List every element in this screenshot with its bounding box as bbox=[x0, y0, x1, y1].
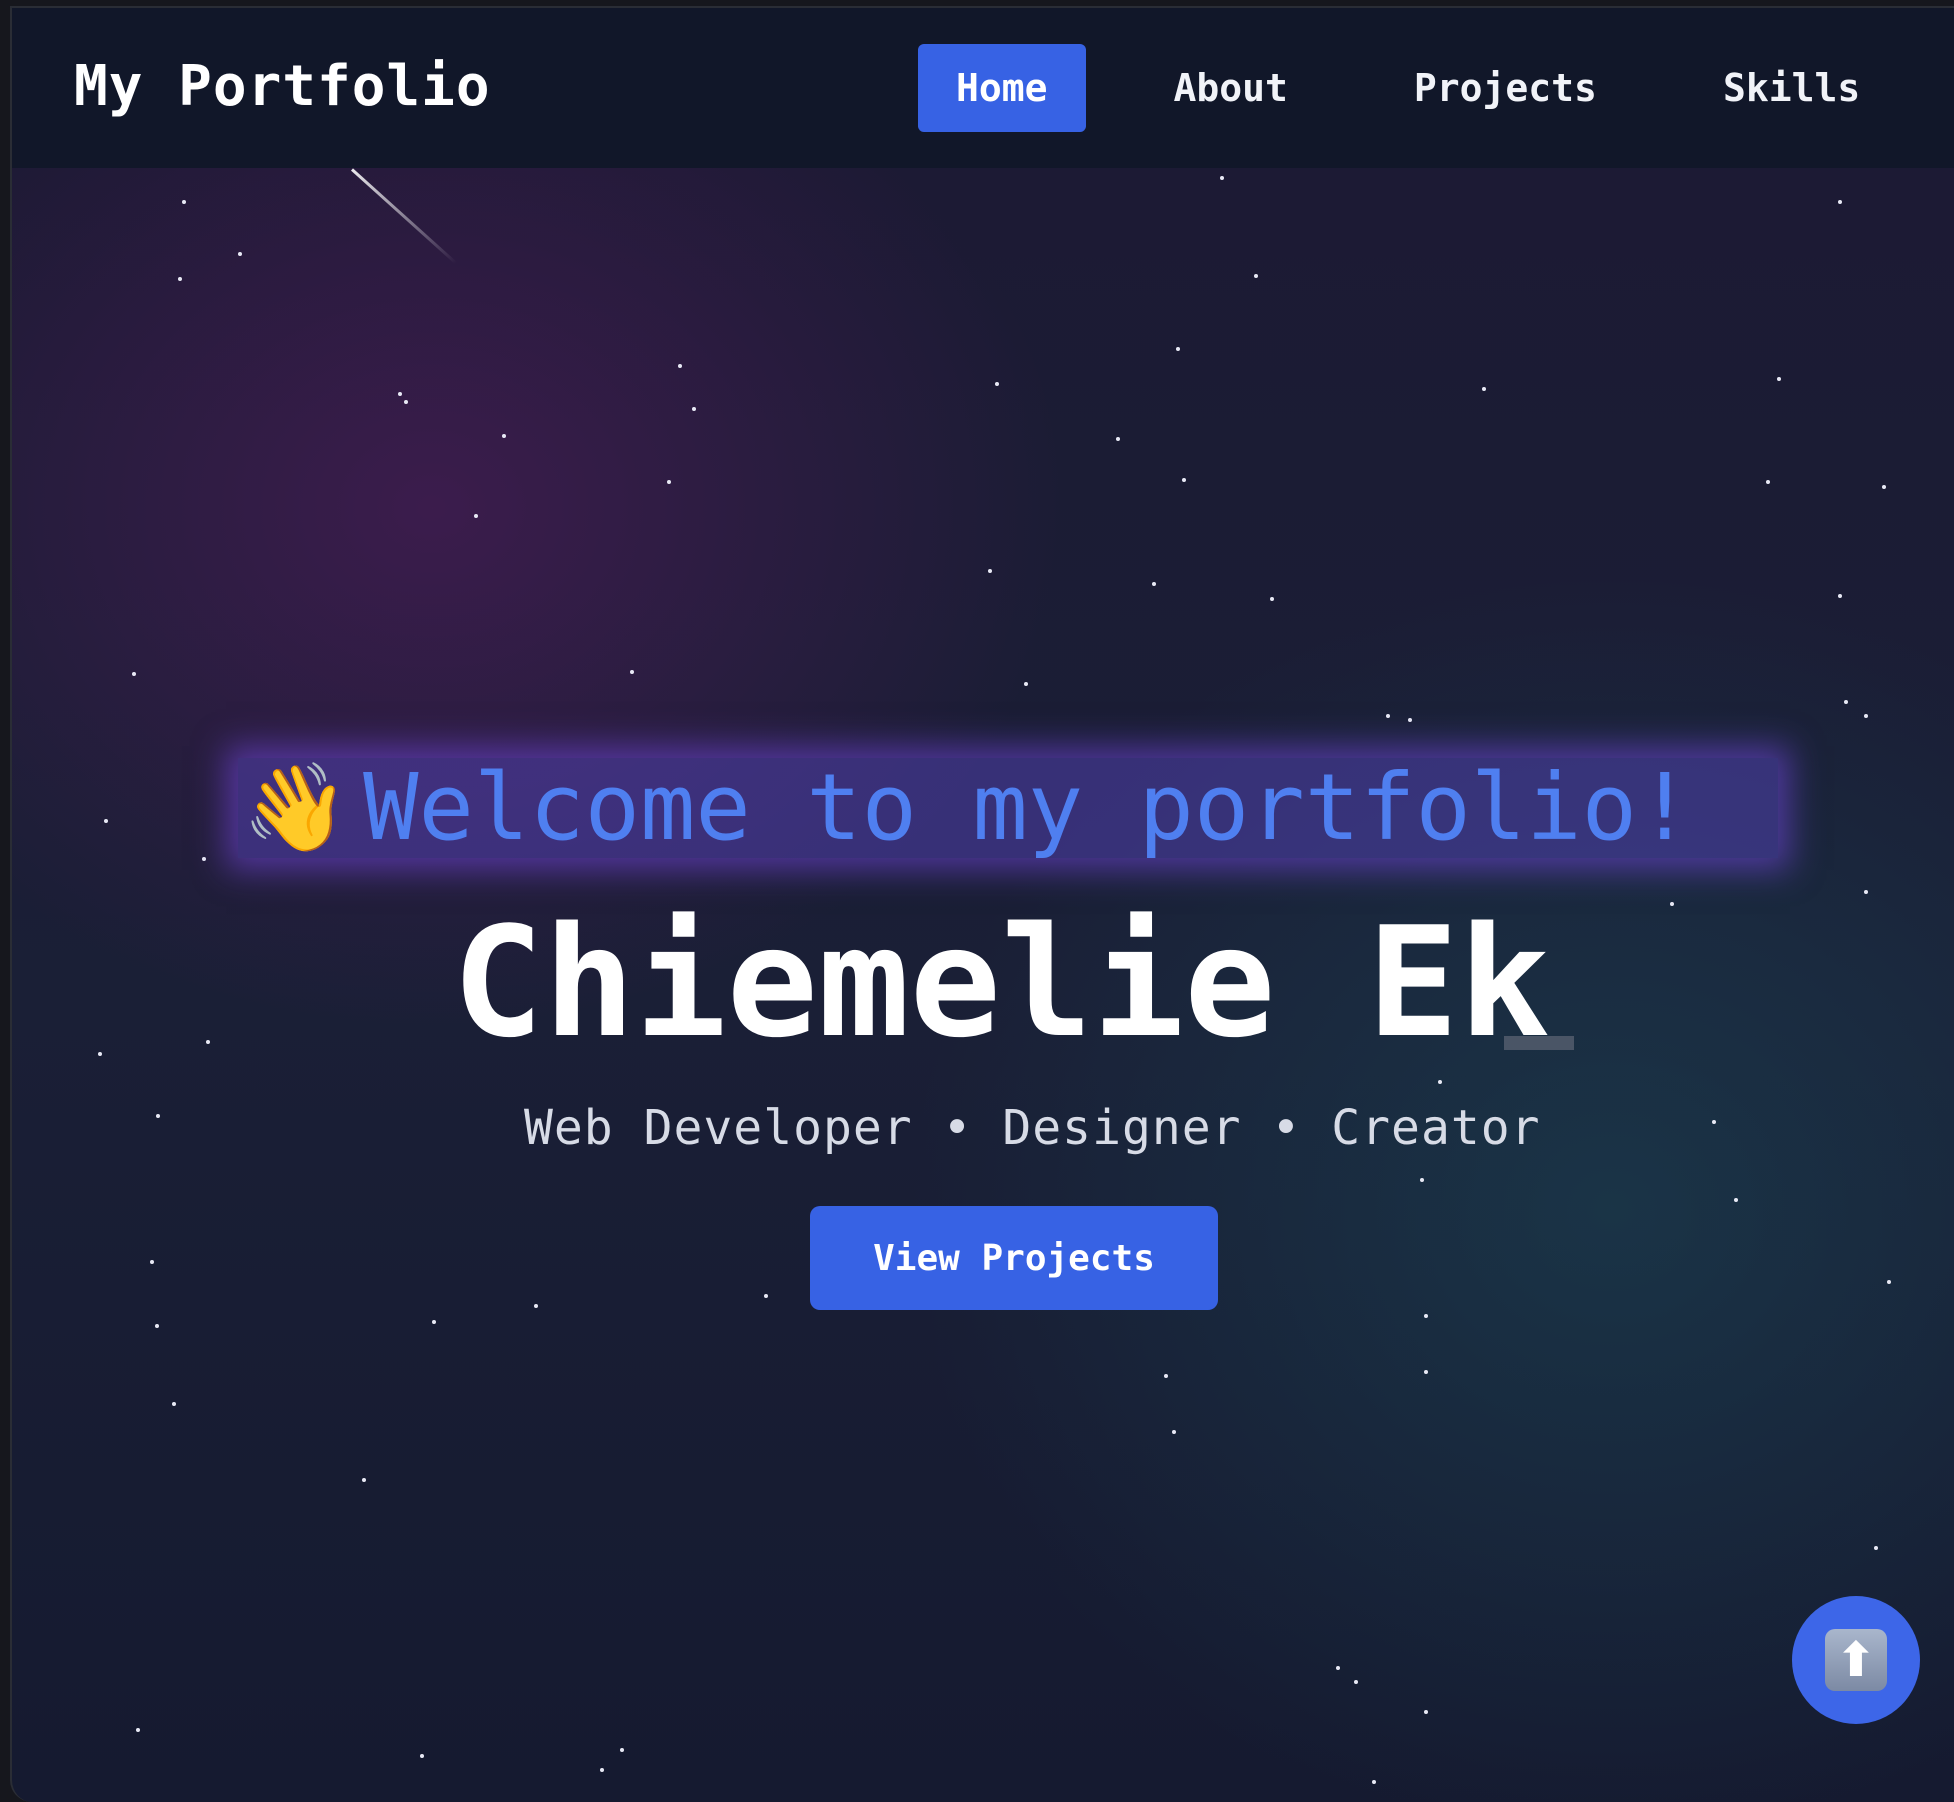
star bbox=[404, 400, 408, 404]
star bbox=[98, 1052, 102, 1056]
star bbox=[178, 277, 182, 281]
star bbox=[1438, 1080, 1442, 1084]
welcome-text: Welcome to my portfolio! bbox=[363, 754, 1693, 861]
star bbox=[600, 1768, 604, 1772]
star bbox=[1874, 1546, 1878, 1550]
waving-hand-icon: 👋 bbox=[242, 758, 350, 858]
star bbox=[620, 1748, 624, 1752]
hero-name: Chiemelie Ek bbox=[452, 894, 1551, 1071]
star bbox=[764, 1294, 768, 1298]
star bbox=[1424, 1710, 1428, 1714]
star bbox=[1336, 1666, 1340, 1670]
star bbox=[1164, 1374, 1168, 1378]
star bbox=[182, 200, 186, 204]
star bbox=[1482, 387, 1486, 391]
star bbox=[1424, 1314, 1428, 1318]
browser-viewport: My Portfolio Home About Projects Skills … bbox=[10, 6, 1954, 1802]
star bbox=[238, 252, 242, 256]
star bbox=[678, 364, 682, 368]
star bbox=[1734, 1198, 1738, 1202]
star bbox=[172, 1402, 176, 1406]
star bbox=[474, 514, 478, 518]
star bbox=[502, 434, 506, 438]
star bbox=[155, 1324, 159, 1328]
brand-logo[interactable]: My Portfolio bbox=[74, 54, 491, 119]
star bbox=[1254, 274, 1258, 278]
star bbox=[420, 1754, 424, 1758]
star bbox=[150, 1260, 154, 1264]
star bbox=[988, 569, 992, 573]
star bbox=[1838, 594, 1842, 598]
star bbox=[1424, 1370, 1428, 1374]
star bbox=[362, 1478, 366, 1482]
star bbox=[1024, 682, 1028, 686]
star bbox=[156, 1114, 160, 1118]
star bbox=[1172, 1430, 1176, 1434]
hero-subtitle: Web Developer • Designer • Creator bbox=[524, 1100, 1541, 1156]
star bbox=[667, 480, 671, 484]
nav-link-skills[interactable]: Skills bbox=[1685, 44, 1898, 132]
shooting-star bbox=[350, 168, 458, 265]
star bbox=[1670, 902, 1674, 906]
star bbox=[1354, 1680, 1358, 1684]
star bbox=[995, 382, 999, 386]
nav-link-projects[interactable]: Projects bbox=[1376, 44, 1635, 132]
star bbox=[1882, 485, 1886, 489]
typing-cursor bbox=[1504, 1036, 1574, 1050]
star bbox=[1887, 1280, 1891, 1284]
star bbox=[1777, 377, 1781, 381]
star bbox=[1176, 347, 1180, 351]
navbar: My Portfolio Home About Projects Skills bbox=[12, 8, 1954, 168]
scroll-to-top-button[interactable]: ⬆ bbox=[1792, 1596, 1920, 1724]
star bbox=[1766, 480, 1770, 484]
star bbox=[136, 1728, 140, 1732]
star bbox=[398, 392, 402, 396]
view-projects-button[interactable]: View Projects bbox=[810, 1206, 1218, 1310]
star bbox=[1270, 597, 1274, 601]
star bbox=[206, 1040, 210, 1044]
star bbox=[1844, 700, 1848, 704]
star bbox=[132, 672, 136, 676]
star bbox=[1182, 478, 1186, 482]
star bbox=[1372, 1780, 1376, 1784]
star bbox=[1712, 1120, 1716, 1124]
star bbox=[1152, 582, 1156, 586]
star bbox=[534, 1304, 538, 1308]
welcome-banner: 👋 Welcome to my portfolio! bbox=[238, 758, 1778, 858]
star bbox=[104, 819, 108, 823]
star bbox=[1116, 437, 1120, 441]
star bbox=[202, 857, 206, 861]
nav-link-about[interactable]: About bbox=[1136, 44, 1326, 132]
star bbox=[1220, 176, 1224, 180]
star bbox=[1386, 714, 1390, 718]
star bbox=[692, 407, 696, 411]
star bbox=[1864, 714, 1868, 718]
star bbox=[630, 670, 634, 674]
star bbox=[1838, 200, 1842, 204]
star bbox=[1420, 1178, 1424, 1182]
star bbox=[432, 1320, 436, 1324]
nav-links: Home About Projects Skills bbox=[918, 44, 1898, 132]
nav-link-home[interactable]: Home bbox=[918, 44, 1086, 132]
star bbox=[1408, 718, 1412, 722]
up-arrow-icon: ⬆ bbox=[1825, 1629, 1887, 1691]
star bbox=[1864, 890, 1868, 894]
